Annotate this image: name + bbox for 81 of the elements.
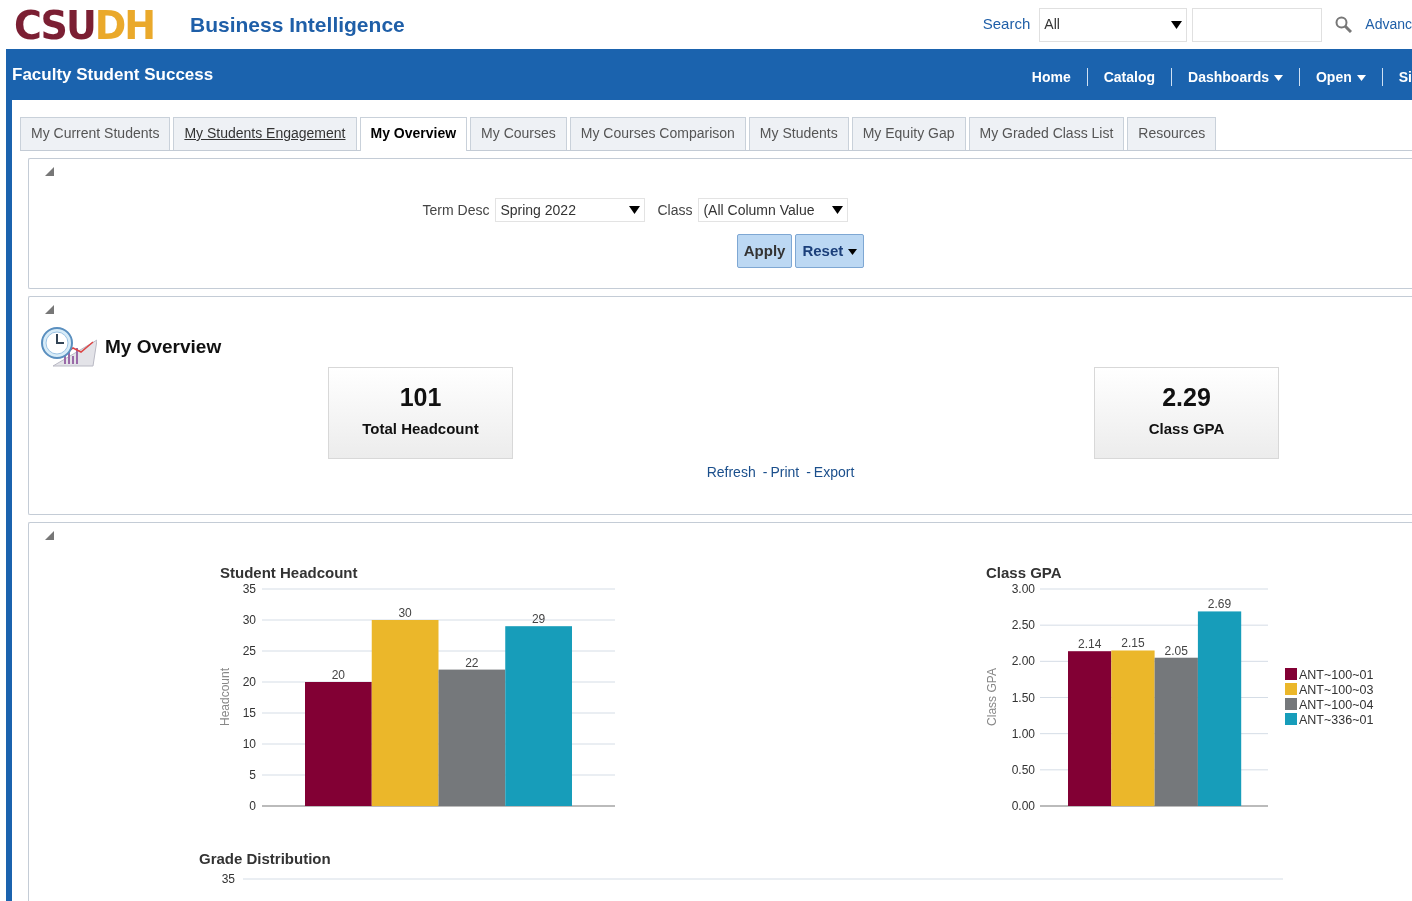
- metric-label: Class GPA: [1148, 419, 1225, 440]
- legend-label: ANT~100~01: [1299, 668, 1374, 682]
- tab[interactable]: My Overview: [359, 117, 468, 151]
- link[interactable]: Print: [770, 462, 800, 483]
- tab[interactable]: My Courses: [470, 117, 567, 150]
- clock-chart-icon: [39, 326, 97, 368]
- nav-menu-item[interactable]: Catalog: [1087, 67, 1173, 86]
- select-dropdown[interactable]: (All Column Value: [698, 198, 849, 222]
- search-label: Search: [982, 14, 1031, 35]
- metric-value: 101: [399, 385, 442, 411]
- axis-tick-label: 0.00: [1011, 799, 1035, 813]
- axis-tick-label: 0: [249, 799, 256, 813]
- axis-tick-label: 5: [249, 768, 256, 782]
- field-label: Class: [657, 200, 693, 220]
- caret-icon[interactable]: [848, 248, 858, 255]
- dashboard-title: Faculty Student Success: [11, 63, 214, 86]
- caret-icon[interactable]: [1274, 74, 1283, 81]
- data-label: 2.05: [1164, 643, 1188, 658]
- chart-title: Class GPA: [986, 564, 1062, 581]
- axis-tick-label: 35: [242, 582, 256, 596]
- collapse-icon[interactable]: [45, 305, 54, 314]
- metric-value: 2.29: [1162, 385, 1211, 411]
- collapse-icon[interactable]: [45, 531, 54, 540]
- search-icon[interactable]: [1335, 16, 1353, 33]
- app-title: Business Intelligence: [190, 11, 405, 38]
- axis-tick-label: 10: [242, 737, 256, 751]
- axis-tick-label: 20: [242, 675, 256, 689]
- axis-tick-label: 3.00: [1011, 582, 1035, 596]
- search-field[interactable]: [1192, 7, 1323, 42]
- collapse-icon[interactable]: [45, 167, 54, 176]
- tab[interactable]: Resources: [1127, 117, 1217, 150]
- axis-tick-label: 2.50: [1011, 618, 1035, 633]
- axis-tick-label: 15: [242, 706, 256, 720]
- link-separator: -: [806, 463, 811, 482]
- axis-title: Class GPA: [985, 668, 999, 726]
- nav-menu-item[interactable]: Dashboards: [1172, 67, 1300, 86]
- field-label: Term Desc: [422, 200, 490, 220]
- nav-menu-item[interactable]: Open: [1300, 67, 1383, 86]
- data-label: 2.69: [1207, 597, 1232, 612]
- section-title: My Overview: [105, 334, 222, 359]
- dropdown-arrow-icon[interactable]: [629, 206, 641, 214]
- apply-button[interactable]: Apply: [736, 234, 793, 268]
- chart-title: Grade Distribution: [199, 850, 331, 867]
- axis-tick-label: 1.00: [1011, 726, 1035, 741]
- axis-title: Headcount: [218, 668, 232, 726]
- tab[interactable]: My Students Engagement: [173, 117, 357, 150]
- data-label: 20: [331, 668, 346, 682]
- axis-tick-label: 25: [242, 644, 256, 658]
- axis-tick-label: 35: [221, 872, 235, 886]
- tab[interactable]: My Equity Gap: [851, 117, 966, 150]
- dropdown-arrow-icon[interactable]: [832, 206, 844, 214]
- logo: CSUDH: [14, 4, 156, 45]
- caret-icon[interactable]: [1356, 74, 1366, 81]
- axis-tick-label: 1.50: [1011, 690, 1035, 705]
- axis-tick-label: 30: [242, 613, 256, 627]
- menu-button[interactable]: Reset: [795, 234, 865, 268]
- dropdown-arrow-icon[interactable]: [1171, 20, 1183, 29]
- select-dropdown[interactable]: Spring 2022: [495, 198, 646, 222]
- data-label: 30: [398, 606, 412, 620]
- link[interactable]: Export: [813, 462, 855, 483]
- legend-label: ANT~100~03: [1299, 683, 1374, 697]
- search-scope-dropdown[interactable]: All: [1039, 7, 1188, 42]
- data-label: 2.14: [1077, 637, 1102, 652]
- advanced-link[interactable]: Advanc: [1365, 14, 1412, 35]
- nav-menu-item[interactable]: Home: [1015, 67, 1088, 86]
- metric-label: Total Headcount: [362, 419, 479, 440]
- legend-label: ANT~100~04: [1299, 698, 1374, 712]
- data-label: 22: [465, 655, 479, 670]
- link-separator: -: [762, 463, 768, 482]
- data-label: 29: [531, 612, 546, 627]
- tab[interactable]: My Students: [748, 117, 849, 150]
- tab[interactable]: My Graded Class List: [968, 117, 1125, 150]
- chart-title: Student Headcount: [220, 564, 358, 581]
- tab[interactable]: My Current Students: [20, 117, 171, 150]
- data-label: 2.15: [1121, 636, 1145, 651]
- axis-tick-label: 0.50: [1011, 762, 1035, 777]
- nav-menu-item[interactable]: Si: [1382, 67, 1412, 86]
- link[interactable]: Refresh: [706, 462, 756, 483]
- legend-label: ANT~336~01: [1299, 713, 1374, 727]
- tab[interactable]: My Courses Comparison: [569, 117, 746, 150]
- axis-tick-label: 2.00: [1011, 654, 1035, 669]
